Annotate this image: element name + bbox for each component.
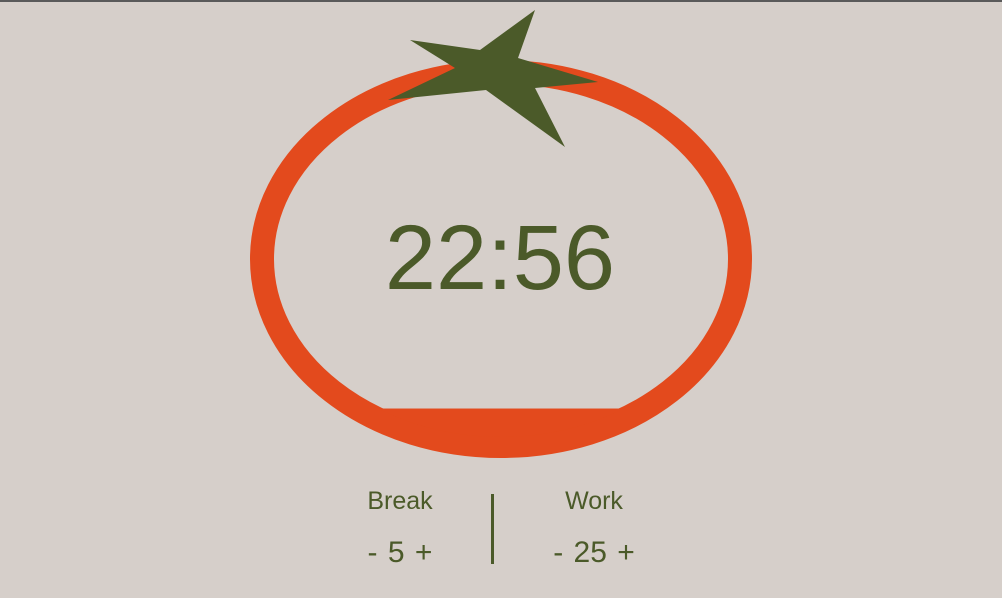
break-increment-button[interactable]: + xyxy=(413,535,435,571)
work-value: 25 xyxy=(573,536,607,569)
break-label: Break xyxy=(367,487,433,515)
work-increment-button[interactable]: + xyxy=(615,535,637,571)
work-adjuster: - 25 + xyxy=(524,535,664,571)
work-control: Work - 25 + xyxy=(524,482,664,571)
break-value: 5 xyxy=(387,536,405,569)
session-controls: Break - 5 + Work - 25 + xyxy=(300,482,690,592)
work-decrement-button[interactable]: - xyxy=(551,535,565,571)
timer-display[interactable]: 22:56 xyxy=(250,208,750,308)
controls-divider xyxy=(491,494,494,564)
break-adjuster: - 5 + xyxy=(330,535,470,571)
timer-fill-level xyxy=(275,408,727,437)
break-decrement-button[interactable]: - xyxy=(366,535,380,571)
work-label: Work xyxy=(565,487,623,515)
break-control: Break - 5 + xyxy=(330,482,470,571)
